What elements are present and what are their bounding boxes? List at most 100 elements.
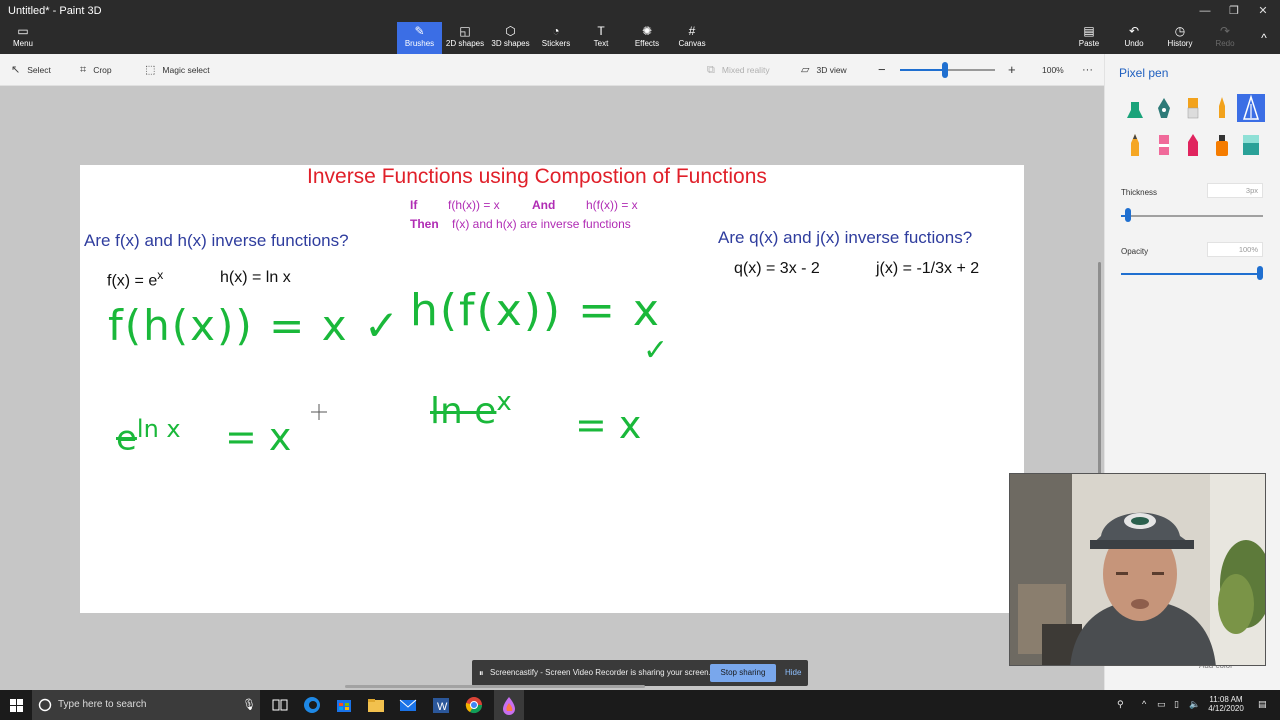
undo-button[interactable]: ↶ Undo — [1120, 22, 1148, 54]
3d-view-label: 3D view — [816, 65, 847, 75]
j-definition: j(x) = -1/3x + 2 — [876, 260, 980, 277]
paint3d-taskbar-button[interactable] — [494, 690, 524, 720]
mixed-reality-label: Mixed reality — [721, 65, 770, 75]
brush-watercolor[interactable] — [1208, 94, 1236, 122]
clock-time: 11:08 AM — [1209, 695, 1243, 704]
brush-pencil[interactable] — [1121, 131, 1149, 159]
people-icon[interactable]: ⚲ — [1117, 699, 1124, 710]
crop-label: Crop — [93, 65, 112, 75]
task-view-icon[interactable] — [270, 695, 290, 715]
opacity-input[interactable]: 100% — [1207, 242, 1263, 257]
3d-view-button[interactable]: ▱ 3D view — [801, 54, 847, 86]
more-options-button[interactable]: ··· — [1082, 54, 1093, 86]
undo-label: Undo — [1124, 39, 1144, 48]
thickness-slider-track[interactable] — [1121, 215, 1263, 217]
h-definition: h(x) = ln x — [220, 269, 291, 286]
tab-canvas[interactable]: # Canvas — [675, 22, 709, 54]
thickness-slider-thumb[interactable] — [1125, 208, 1132, 222]
undo-icon: ↶ — [1128, 24, 1140, 38]
rule-fhx: f(h(x)) = x — [448, 198, 500, 212]
microphone-icon[interactable]: 🎙 — [242, 698, 256, 711]
screen-sharing-notification: ⏸ Screencastify - Screen Video Recorder … — [472, 660, 808, 686]
pencil-icon — [1131, 134, 1139, 156]
tab-label: Stickers — [541, 39, 571, 48]
brush-eraser[interactable] — [1150, 131, 1178, 159]
opacity-slider-thumb[interactable] — [1257, 266, 1263, 280]
crop-button[interactable]: ⌗ Crop — [80, 54, 112, 86]
handwritten-ln-e-x: ln ex — [430, 387, 512, 432]
horizontal-scrollbar[interactable] — [345, 685, 645, 688]
edge-browser-icon[interactable] — [302, 695, 322, 715]
brush-crayon[interactable] — [1179, 131, 1207, 159]
tab-2d-shapes[interactable]: ◱ 2D shapes — [444, 22, 486, 54]
tab-label: Canvas — [678, 39, 706, 48]
windows-start-icon[interactable] — [10, 699, 23, 712]
history-label: History — [1167, 39, 1193, 48]
tab-3d-shapes[interactable]: ⬡ 3D shapes — [489, 22, 532, 54]
chrome-icon[interactable] — [464, 695, 484, 715]
magic-select-button[interactable]: ⬚ Magic select — [145, 54, 210, 86]
word-icon[interactable]: W — [431, 695, 451, 715]
handwritten-h-of-f: h(f(x)) = x — [410, 285, 661, 336]
crayon-icon — [1188, 134, 1198, 156]
battery-icon[interactable]: ▯ — [1174, 699, 1179, 710]
collapse-ribbon-button[interactable]: ^ — [1254, 22, 1274, 54]
network-icon[interactable]: ▭ — [1157, 699, 1166, 710]
hw-base-ln-e: ln e — [430, 391, 497, 432]
drawing-canvas[interactable]: Inverse Functions using Compostion of Fu… — [80, 165, 1024, 613]
brush-marker[interactable] — [1121, 94, 1149, 122]
close-button[interactable]: ✕ — [1246, 0, 1280, 22]
mixed-reality-button[interactable]: ⧉ Mixed reality — [707, 54, 770, 86]
file-explorer-icon[interactable] — [366, 695, 386, 715]
select-label: Select — [27, 65, 51, 75]
3d-shapes-icon: ⬡ — [505, 24, 516, 38]
mail-icon[interactable] — [398, 695, 418, 715]
calligraphy-pen-icon — [1158, 98, 1170, 118]
rule-and: And — [532, 198, 556, 212]
volume-muted-icon[interactable]: 🔈 — [1189, 699, 1200, 710]
opacity-slider-fill — [1121, 273, 1263, 275]
microsoft-store-icon[interactable] — [334, 695, 354, 715]
eraser-icon — [1159, 135, 1169, 155]
notifications-icon[interactable]: ▤ — [1258, 699, 1267, 710]
hw-exponent-ln-x: ln x — [136, 415, 181, 443]
hide-button[interactable]: Hide — [785, 660, 801, 686]
ribbon: ▭ Menu ✎ Brushes ◱ 2D shapes ⬡ 3D shapes… — [0, 22, 1280, 54]
fill-icon — [1243, 135, 1259, 155]
vertical-scrollbar[interactable] — [1098, 262, 1101, 492]
tab-brushes[interactable]: ✎ Brushes — [397, 22, 442, 54]
select-button[interactable]: ↖ Select — [11, 54, 51, 86]
stop-sharing-button[interactable]: Stop sharing — [710, 664, 776, 682]
stickers-icon: ◔ — [552, 24, 560, 38]
brush-spray-can[interactable] — [1208, 131, 1236, 159]
brush-pixel-pen[interactable] — [1237, 94, 1265, 122]
tab-stickers[interactable]: ◔ Stickers — [536, 22, 576, 54]
paste-label: Paste — [1078, 39, 1100, 48]
svg-text:W: W — [437, 701, 448, 713]
show-hidden-icons-icon[interactable]: ^ — [1142, 699, 1146, 709]
redo-button[interactable]: ↷ Redo — [1211, 22, 1239, 54]
tab-effects[interactable]: ✺ Effects — [630, 22, 664, 54]
brush-calligraphy-pen[interactable] — [1150, 94, 1178, 122]
zoom-slider-thumb[interactable] — [941, 62, 948, 78]
notification-text: Screencastify - Screen Video Recorder is… — [490, 668, 711, 677]
paste-button[interactable]: ▤ Paste — [1074, 22, 1104, 54]
menu-button[interactable]: ▭ Menu — [4, 22, 42, 54]
handwritten-equals-x-left: = x — [225, 415, 292, 459]
clock[interactable]: 11:08 AM 4/12/2020 — [1207, 695, 1245, 713]
zoom-out-button[interactable]: − — [878, 54, 886, 86]
tab-text[interactable]: T Text — [586, 22, 616, 54]
zoom-in-button[interactable]: + — [1008, 54, 1016, 86]
thickness-input[interactable]: 3px — [1207, 183, 1263, 198]
history-button[interactable]: ◷ History — [1163, 22, 1197, 54]
handwritten-e-ln-x: eln x — [116, 415, 181, 458]
text-icon: T — [597, 24, 605, 38]
hw-exponent-x: x — [496, 387, 512, 417]
f-def-base: f(x) = e — [107, 272, 158, 290]
brush-fill[interactable] — [1237, 131, 1265, 159]
mixed-reality-icon: ⧉ — [707, 64, 715, 76]
handwritten-equals-x-right: = x — [575, 403, 642, 447]
taskbar-search-box[interactable]: Type here to search 🎙 — [32, 690, 260, 720]
crop-icon: ⌗ — [80, 64, 87, 76]
brush-oil[interactable] — [1179, 94, 1207, 122]
